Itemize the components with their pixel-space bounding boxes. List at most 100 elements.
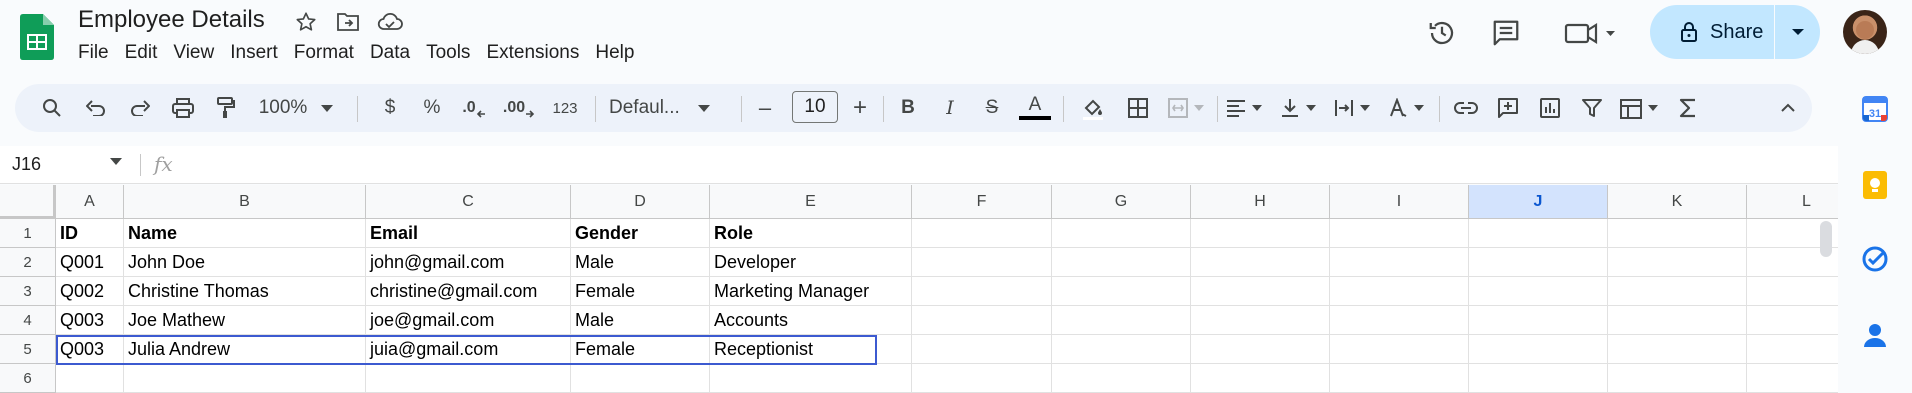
cell-e3[interactable]: Marketing Manager bbox=[710, 277, 912, 306]
cell-d4[interactable]: Male bbox=[571, 306, 710, 335]
insert-chart-icon[interactable] bbox=[1533, 84, 1567, 132]
menu-insert[interactable]: Insert bbox=[222, 42, 286, 64]
row-header-2[interactable]: 2 bbox=[0, 248, 56, 277]
menu-help[interactable]: Help bbox=[587, 42, 642, 64]
row-header-6[interactable]: 6 bbox=[0, 364, 56, 393]
cell-c4[interactable]: joe@gmail.com bbox=[366, 306, 571, 335]
redo-icon[interactable] bbox=[123, 84, 157, 132]
cell-l5[interactable] bbox=[1747, 335, 1838, 364]
share-dropdown-icon[interactable] bbox=[1775, 28, 1820, 36]
menu-view[interactable]: View bbox=[165, 42, 222, 64]
cell-k5[interactable] bbox=[1608, 335, 1747, 364]
cell-a3[interactable]: Q002 bbox=[56, 277, 124, 306]
cell-f5[interactable] bbox=[912, 335, 1052, 364]
row-header-5[interactable]: 5 bbox=[0, 335, 56, 364]
name-box[interactable]: J16 bbox=[12, 154, 41, 175]
cell-a4[interactable]: Q003 bbox=[56, 306, 124, 335]
cell-l3[interactable] bbox=[1747, 277, 1838, 306]
menu-extensions[interactable]: Extensions bbox=[478, 42, 587, 64]
cell-g5[interactable] bbox=[1052, 335, 1191, 364]
column-header-k[interactable]: K bbox=[1608, 185, 1747, 219]
text-rotation-icon[interactable] bbox=[1385, 84, 1431, 132]
column-header-f[interactable]: F bbox=[912, 185, 1052, 219]
cell-j1[interactable] bbox=[1469, 219, 1608, 248]
column-header-i[interactable]: I bbox=[1330, 185, 1469, 219]
cell-k1[interactable] bbox=[1608, 219, 1747, 248]
cell-j2[interactable] bbox=[1469, 248, 1608, 277]
select-all-corner[interactable] bbox=[0, 185, 56, 219]
cell-d2[interactable]: Male bbox=[571, 248, 710, 277]
cloud-saved-icon[interactable] bbox=[376, 8, 404, 36]
search-menus-icon[interactable] bbox=[35, 84, 69, 132]
cell-b4[interactable]: Joe Mathew bbox=[124, 306, 366, 335]
vertical-align-icon[interactable] bbox=[1277, 84, 1323, 132]
cell-h2[interactable] bbox=[1191, 248, 1330, 277]
collapse-toolbar-icon[interactable] bbox=[1771, 84, 1805, 132]
cell-i6[interactable] bbox=[1330, 364, 1469, 393]
version-history-icon[interactable] bbox=[1420, 10, 1464, 56]
cell-f1[interactable] bbox=[912, 219, 1052, 248]
cell-j6[interactable] bbox=[1469, 364, 1608, 393]
cell-i1[interactable] bbox=[1330, 219, 1469, 248]
cell-c2[interactable]: john@gmail.com bbox=[366, 248, 571, 277]
column-header-l[interactable]: L bbox=[1747, 185, 1838, 219]
cell-i3[interactable] bbox=[1330, 277, 1469, 306]
move-to-folder-icon[interactable] bbox=[334, 8, 362, 36]
font-family-select[interactable]: Defaul... bbox=[607, 84, 737, 132]
menu-data[interactable]: Data bbox=[362, 42, 418, 64]
horizontal-align-icon[interactable] bbox=[1223, 84, 1269, 132]
menu-format[interactable]: Format bbox=[286, 42, 362, 64]
cell-i5[interactable] bbox=[1330, 335, 1469, 364]
share-button[interactable]: Share bbox=[1650, 5, 1820, 59]
cell-d5[interactable]: Female bbox=[571, 335, 710, 364]
column-header-j[interactable]: J bbox=[1469, 185, 1608, 219]
column-header-e[interactable]: E bbox=[710, 185, 912, 219]
text-color-button[interactable]: A bbox=[1015, 84, 1055, 132]
cell-k3[interactable] bbox=[1608, 277, 1747, 306]
cell-g4[interactable] bbox=[1052, 306, 1191, 335]
tasks-icon[interactable] bbox=[1860, 244, 1890, 274]
print-icon[interactable] bbox=[165, 84, 201, 132]
cell-j4[interactable] bbox=[1469, 306, 1608, 335]
cell-j3[interactable] bbox=[1469, 277, 1608, 306]
keep-icon[interactable] bbox=[1860, 170, 1890, 200]
cell-g6[interactable] bbox=[1052, 364, 1191, 393]
decrease-decimal-button[interactable]: .0 bbox=[457, 84, 491, 132]
cell-e4[interactable]: Accounts bbox=[710, 306, 912, 335]
cell-h5[interactable] bbox=[1191, 335, 1330, 364]
strikethrough-button[interactable]: S bbox=[975, 84, 1009, 132]
cell-h4[interactable] bbox=[1191, 306, 1330, 335]
cell-e2[interactable]: Developer bbox=[710, 248, 912, 277]
cell-k6[interactable] bbox=[1608, 364, 1747, 393]
filter-icon[interactable] bbox=[1575, 84, 1609, 132]
filter-views-icon[interactable] bbox=[1617, 84, 1665, 132]
cell-d1[interactable]: Gender bbox=[571, 219, 710, 248]
cell-k4[interactable] bbox=[1608, 306, 1747, 335]
cell-b2[interactable]: John Doe bbox=[124, 248, 366, 277]
cell-a6[interactable] bbox=[56, 364, 124, 393]
cell-b1[interactable]: Name bbox=[124, 219, 366, 248]
cell-b5[interactable]: Julia Andrew bbox=[124, 335, 366, 364]
undo-icon[interactable] bbox=[79, 84, 113, 132]
zoom-select[interactable]: 100% bbox=[255, 84, 337, 132]
cell-b3[interactable]: Christine Thomas bbox=[124, 277, 366, 306]
borders-icon[interactable] bbox=[1121, 84, 1155, 132]
cell-a5[interactable]: Q003 bbox=[56, 335, 124, 364]
increase-font-size-button[interactable]: + bbox=[845, 84, 875, 132]
document-title[interactable]: Employee Details bbox=[78, 6, 265, 34]
italic-button[interactable]: I bbox=[933, 84, 967, 132]
decrease-font-size-button[interactable]: – bbox=[750, 84, 780, 132]
menu-tools[interactable]: Tools bbox=[418, 42, 478, 64]
star-icon[interactable] bbox=[292, 8, 320, 36]
chevron-down-icon[interactable] bbox=[110, 158, 122, 165]
cell-c3[interactable]: christine@gmail.com bbox=[366, 277, 571, 306]
column-header-h[interactable]: H bbox=[1191, 185, 1330, 219]
cell-g3[interactable] bbox=[1052, 277, 1191, 306]
column-header-d[interactable]: D bbox=[571, 185, 710, 219]
cell-i2[interactable] bbox=[1330, 248, 1469, 277]
cell-f4[interactable] bbox=[912, 306, 1052, 335]
cell-a2[interactable]: Q001 bbox=[56, 248, 124, 277]
cell-i4[interactable] bbox=[1330, 306, 1469, 335]
cell-h3[interactable] bbox=[1191, 277, 1330, 306]
cell-e5[interactable]: Receptionist bbox=[710, 335, 912, 364]
